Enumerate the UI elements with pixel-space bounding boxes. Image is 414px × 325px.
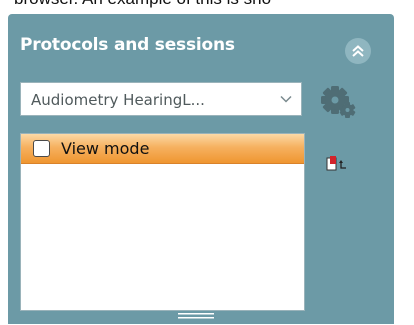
chevron-down-icon: [280, 95, 292, 103]
panel-title: Protocols and sessions: [20, 35, 235, 55]
sessions-list: View mode: [20, 133, 305, 311]
restore-session-icon[interactable]: [326, 155, 348, 173]
protocols-and-sessions-panel: Protocols and sessions Audiometry Hearin…: [8, 14, 394, 324]
background-document-text: browser. An example of this is sho: [0, 0, 414, 8]
protocol-select[interactable]: Audiometry HearingL...: [20, 82, 302, 116]
grip-lines-icon[interactable]: [178, 313, 214, 319]
list-item-label: View mode: [61, 139, 150, 158]
protocol-select-value: Audiometry HearingL...: [31, 91, 205, 109]
collapse-panel-button[interactable]: [345, 38, 371, 64]
view-mode-checkbox[interactable]: [33, 140, 50, 157]
double-chevron-up-icon: [352, 45, 364, 57]
list-item-view-mode[interactable]: View mode: [21, 134, 304, 164]
background-document-line: browser. An example of this is sho: [14, 0, 271, 8]
gear-icon[interactable]: [318, 80, 360, 120]
